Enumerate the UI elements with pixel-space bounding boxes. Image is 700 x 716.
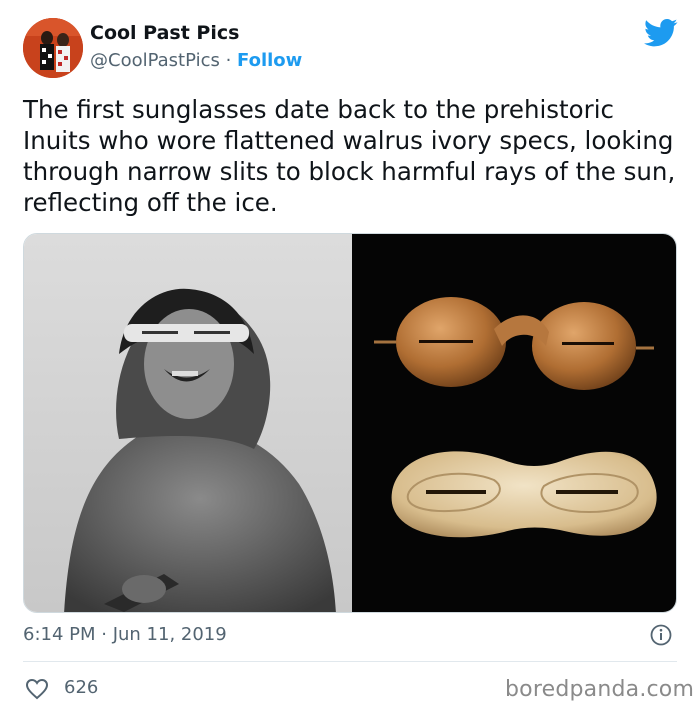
tweet-media-image[interactable] <box>23 233 677 613</box>
follow-button[interactable]: Follow <box>237 50 302 71</box>
avatar[interactable] <box>23 18 83 78</box>
info-icon[interactable] <box>650 624 672 646</box>
tweet-text: The first sunglasses date back to the pr… <box>23 95 676 217</box>
author-display-name[interactable]: Cool Past Pics <box>90 22 239 44</box>
tweet-card: Cool Past Pics @CoolPastPics · Follow Th… <box>0 0 700 716</box>
footer-divider <box>23 661 677 662</box>
author-handle[interactable]: @CoolPastPics <box>90 50 220 71</box>
tweet-timestamp[interactable]: 6:14 PM · Jun 11, 2019 <box>23 624 227 645</box>
twitter-bird-icon[interactable] <box>644 18 678 48</box>
author-handle-row: @CoolPastPics · Follow <box>90 50 302 71</box>
source-watermark: boredpanda.com <box>505 677 695 702</box>
like-count: 626 <box>64 677 99 698</box>
handle-separator: · <box>219 50 238 71</box>
heart-icon[interactable] <box>25 678 49 700</box>
